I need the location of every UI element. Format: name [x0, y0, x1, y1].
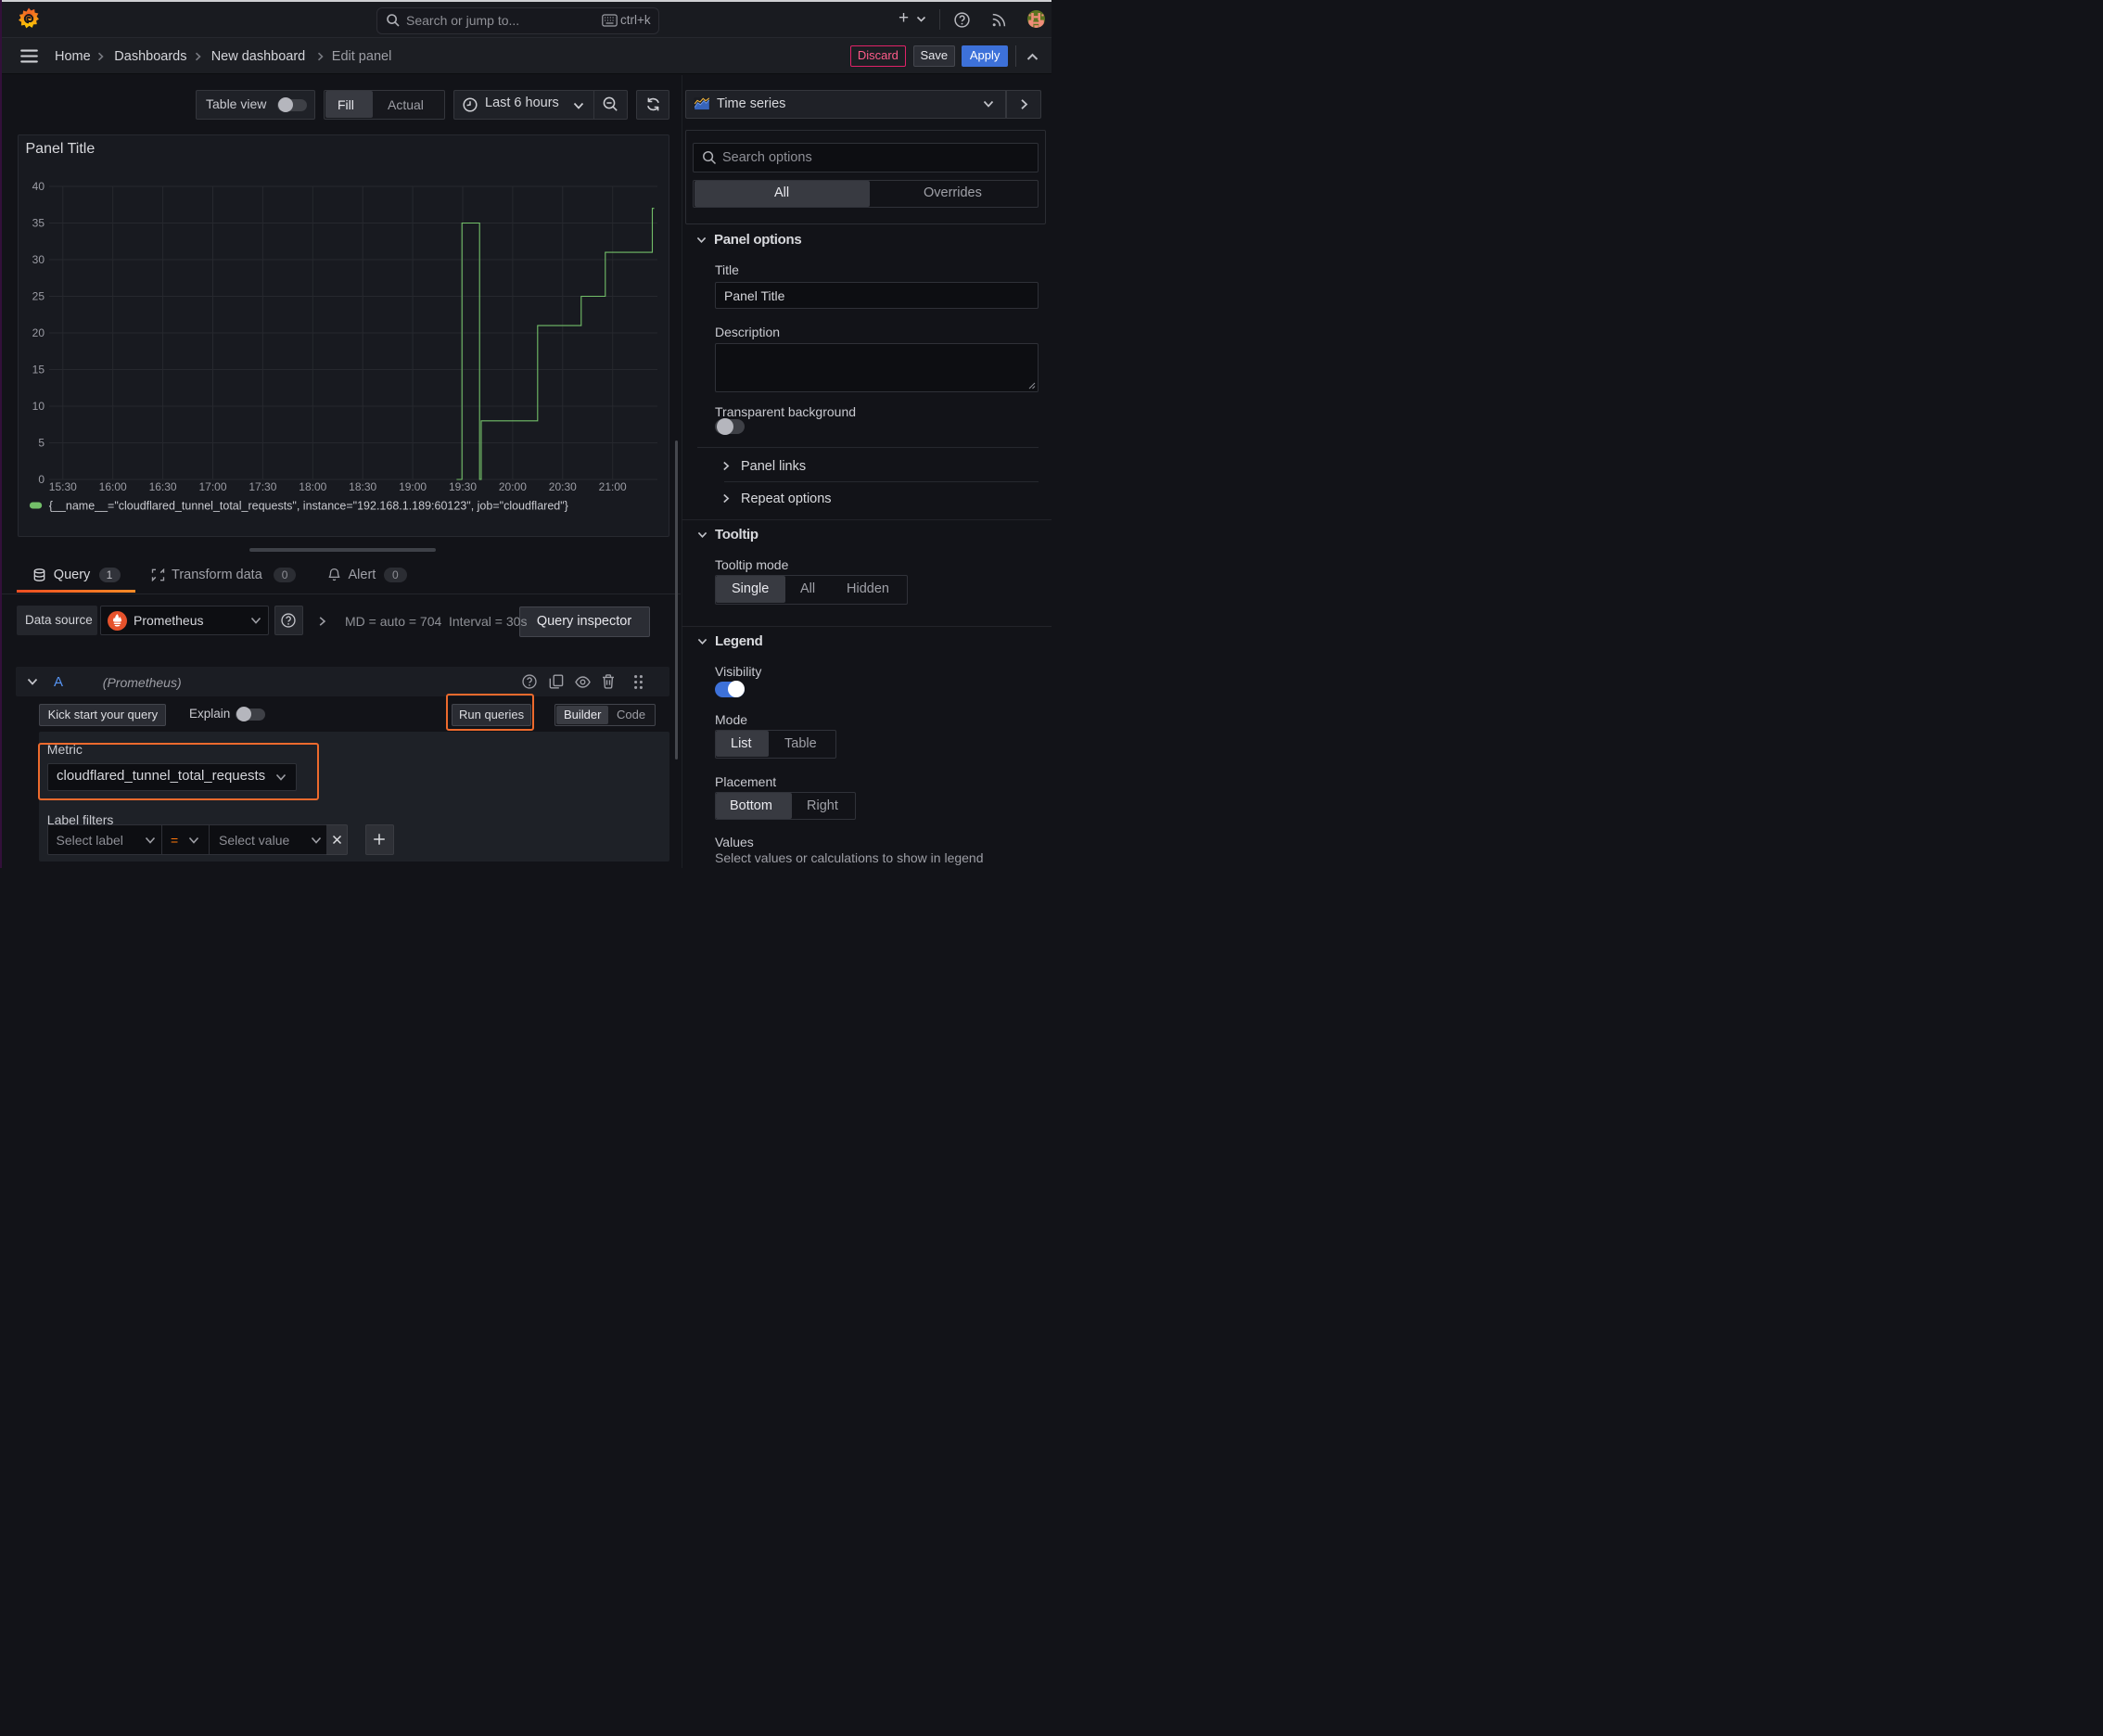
- svg-text:16:00: 16:00: [98, 480, 126, 493]
- svg-text:19:30: 19:30: [448, 480, 476, 493]
- svg-text:16:30: 16:30: [148, 480, 176, 493]
- svg-text:25: 25: [32, 290, 45, 303]
- svg-text:30: 30: [32, 253, 45, 266]
- svg-text:{__name__="cloudflared_tunnel_: {__name__="cloudflared_tunnel_total_requ…: [48, 500, 567, 513]
- svg-text:18:30: 18:30: [349, 480, 376, 493]
- svg-text:20:30: 20:30: [548, 480, 576, 493]
- svg-text:18:00: 18:00: [299, 480, 326, 493]
- svg-text:0: 0: [38, 473, 45, 486]
- svg-text:15: 15: [32, 364, 45, 377]
- svg-text:20: 20: [32, 326, 45, 339]
- svg-text:10: 10: [32, 400, 45, 413]
- svg-text:5: 5: [38, 437, 45, 450]
- svg-text:20:00: 20:00: [498, 480, 526, 493]
- svg-text:19:00: 19:00: [399, 480, 427, 493]
- svg-text:17:30: 17:30: [249, 480, 276, 493]
- svg-text:40: 40: [32, 180, 45, 193]
- svg-text:21:00: 21:00: [598, 480, 626, 493]
- svg-text:35: 35: [32, 217, 45, 230]
- svg-text:17:00: 17:00: [198, 480, 226, 493]
- svg-text:15:30: 15:30: [48, 480, 76, 493]
